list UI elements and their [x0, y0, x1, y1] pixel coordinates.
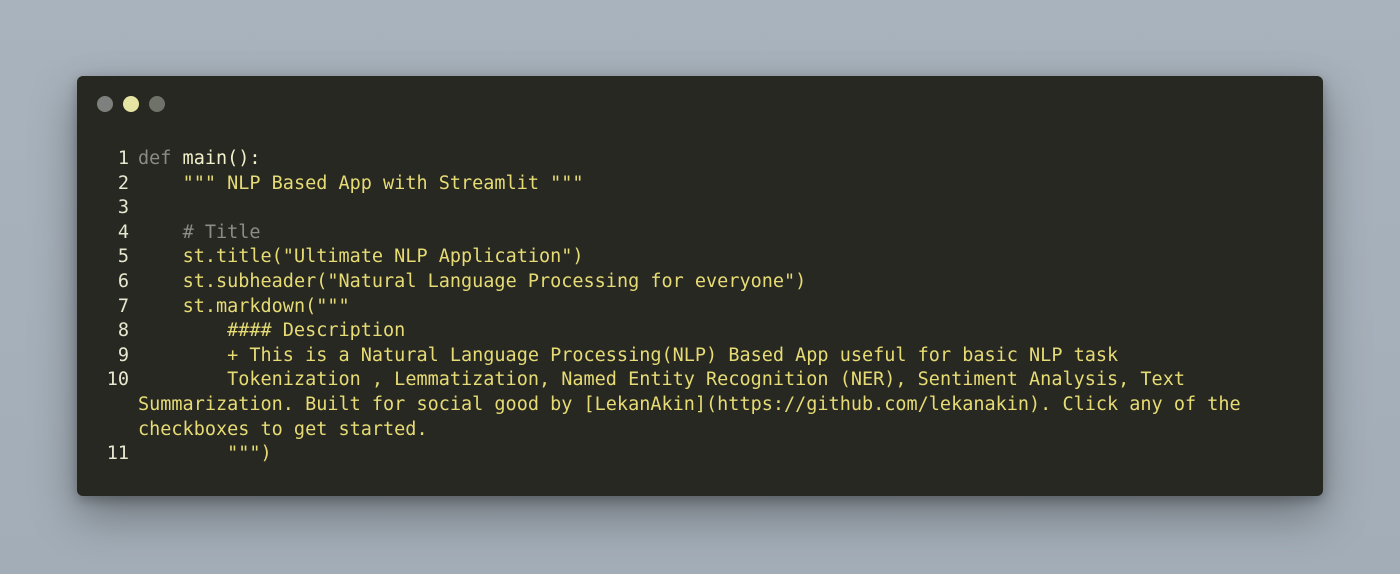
- code-line: 2 """ NLP Based App with Streamlit """: [77, 172, 1323, 197]
- keyword-def: def: [138, 148, 172, 169]
- line-content: #### Description: [138, 320, 406, 342]
- line-content: """ NLP Based App with Streamlit """: [138, 172, 584, 194]
- code-line: 5 st.title("Ultimate NLP Application"): [77, 245, 1323, 270]
- maximize-button[interactable]: [149, 96, 165, 112]
- line-content: def main():: [129, 147, 1298, 172]
- line-number: 9: [117, 344, 129, 366]
- window-controls: [97, 96, 165, 112]
- code-line: 3: [77, 196, 1323, 221]
- line-number: 4: [117, 221, 129, 243]
- line-number: 11: [106, 443, 129, 465]
- code-line: 9 + This is a Natural Language Processin…: [77, 344, 1323, 369]
- minimize-button[interactable]: [123, 96, 139, 112]
- code-line: 11 """): [77, 442, 1323, 467]
- line-number: 7: [117, 295, 129, 317]
- line-number: 1: [117, 148, 129, 169]
- line-number: 10: [106, 369, 129, 391]
- line-number: 5: [117, 246, 129, 268]
- line-content: st.subheader("Natural Language Processin…: [138, 270, 807, 292]
- code-line: 7 st.markdown(""": [77, 295, 1323, 320]
- code-line: 1 def main():: [77, 147, 1323, 172]
- line-content: + This is a Natural Language Processing(…: [138, 344, 1119, 366]
- code-line: 4 # Title: [77, 221, 1323, 246]
- line-content: st.title("Ultimate NLP Application"): [138, 246, 584, 268]
- line-number: 2: [117, 172, 129, 194]
- code-line: 10 Tokenization , Lemmatization, Named E…: [77, 368, 1323, 442]
- line-number: 6: [117, 270, 129, 292]
- line-number: 8: [117, 320, 129, 342]
- code-block: 1 def main(): 2 """ NLP Based App with S…: [77, 147, 1323, 467]
- line-content: st.markdown(""": [138, 295, 350, 317]
- comment-text: # Title: [138, 221, 261, 243]
- code-line: 6 st.subheader("Natural Language Process…: [77, 270, 1323, 295]
- line-content: Tokenization , Lemmatization, Named Enti…: [138, 369, 1241, 440]
- code-line: 8 #### Description: [77, 319, 1323, 344]
- line-number: 3: [117, 197, 129, 219]
- close-button[interactable]: [97, 96, 113, 112]
- code-window: 1 def main(): 2 """ NLP Based App with S…: [77, 76, 1323, 496]
- line-content: """): [138, 443, 272, 465]
- function-signature: main():: [171, 148, 261, 169]
